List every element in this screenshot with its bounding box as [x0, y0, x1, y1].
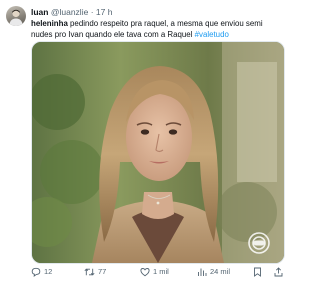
- reply-button[interactable]: 12: [31, 266, 52, 278]
- reply-count: 12: [44, 267, 53, 276]
- tweet-text: heleninha pedindo respeito pra raquel, a…: [31, 18, 283, 40]
- hashtag-link[interactable]: #valetudo: [195, 30, 229, 39]
- timestamp[interactable]: 17 h: [96, 7, 113, 17]
- heart-icon: [140, 268, 150, 277]
- views-button[interactable]: 24 mil: [197, 266, 230, 278]
- globo-logo-icon: [248, 232, 270, 254]
- share-button[interactable]: [274, 266, 286, 278]
- avatar[interactable]: [6, 6, 26, 26]
- reply-icon: [31, 267, 41, 277]
- handle[interactable]: @luanzlie: [51, 7, 88, 17]
- tweet[interactable]: luan @luanzlie · 17 h heleninha pedindo …: [0, 0, 289, 283]
- share-icon: [274, 267, 283, 277]
- display-name[interactable]: luan: [31, 7, 48, 17]
- retweet-button[interactable]: 77: [84, 266, 106, 278]
- tweet-actions: 12 77 1 mil 24 mil: [31, 266, 283, 278]
- tweet-header: luan @luanzlie · 17 h: [31, 6, 283, 18]
- bookmark-icon: [254, 267, 261, 277]
- views-count: 24 mil: [210, 267, 231, 276]
- views-icon: [198, 268, 207, 276]
- separator: ·: [90, 7, 94, 17]
- tweet-media-image[interactable]: [31, 41, 285, 264]
- retweet-count: 77: [98, 267, 107, 276]
- like-button[interactable]: 1 mil: [140, 266, 169, 278]
- tweet-text-lead: heleninha: [31, 19, 68, 28]
- bookmark-button[interactable]: [253, 266, 265, 278]
- retweet-icon: [84, 268, 95, 276]
- like-count: 1 mil: [153, 267, 169, 276]
